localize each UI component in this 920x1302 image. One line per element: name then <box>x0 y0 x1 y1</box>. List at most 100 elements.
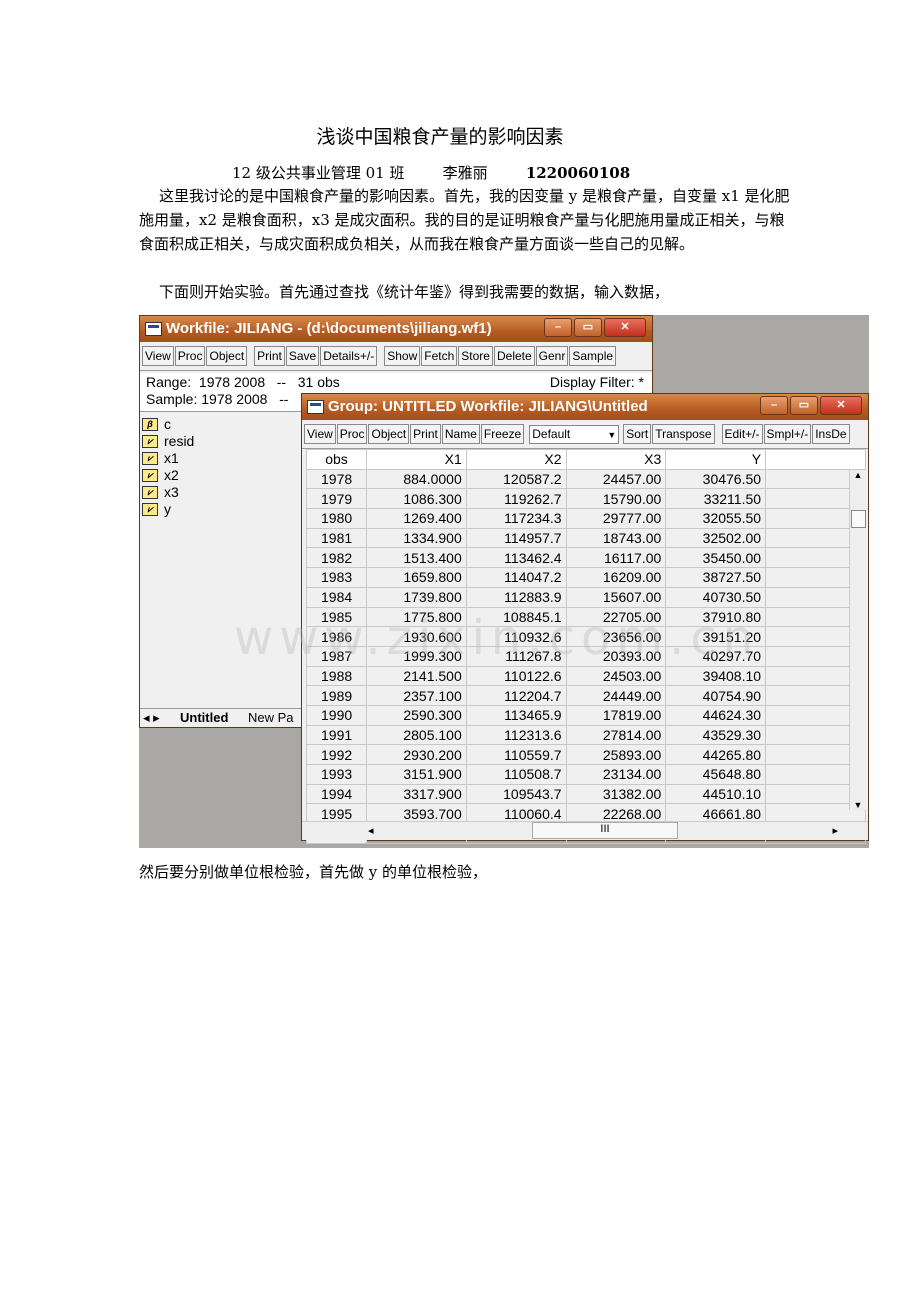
display-format-select[interactable]: Default ▼ <box>529 424 620 444</box>
vertical-scrollbar[interactable]: ▲ ▼ <box>849 470 866 810</box>
data-cell[interactable]: 24457.00 <box>565 468 667 490</box>
group-titlebar[interactable]: Group: UNTITLED Workfile: JILIANG\Untitl… <box>302 394 868 420</box>
data-cell[interactable]: 112883.9 <box>465 586 567 608</box>
object-item-resid[interactable]: ⩗ resid <box>142 433 194 450</box>
data-cell[interactable]: 1659.800 <box>366 567 467 588</box>
obs-cell[interactable]: 1994 <box>306 783 367 805</box>
toolbar-button-show[interactable]: Show <box>384 346 421 366</box>
toolbar-button-save[interactable]: Save <box>285 346 320 366</box>
toolbar-button-details[interactable]: Details+/- <box>320 346 378 366</box>
data-cell[interactable]: 112313.6 <box>465 724 567 746</box>
maximize-button[interactable]: ▭ <box>790 396 818 415</box>
tab-new-page[interactable]: New Pa <box>248 710 294 725</box>
horizontal-scrollbar[interactable]: ◂ III ▸ <box>302 821 868 840</box>
data-cell[interactable]: 1334.900 <box>366 527 467 549</box>
maximize-button[interactable]: ▭ <box>574 318 602 337</box>
data-cell[interactable]: 3151.900 <box>366 764 467 785</box>
data-cell[interactable]: 44510.10 <box>665 783 767 805</box>
obs-cell[interactable]: 1989 <box>306 685 367 706</box>
group-button-edit[interactable]: Edit+/- <box>721 424 763 444</box>
data-cell[interactable]: 39408.10 <box>665 665 767 687</box>
data-cell[interactable]: 31382.00 <box>565 783 667 805</box>
data-cell[interactable]: 38727.50 <box>665 567 767 588</box>
data-cell[interactable]: 44265.80 <box>665 744 767 765</box>
scroll-thumb[interactable] <box>851 510 866 528</box>
close-button[interactable]: ✕ <box>820 396 862 415</box>
data-cell[interactable]: 15607.00 <box>565 586 667 608</box>
data-cell[interactable]: 24449.00 <box>565 685 667 706</box>
column-header[interactable]: obs <box>306 449 367 470</box>
data-cell[interactable]: 32502.00 <box>665 527 767 549</box>
data-table[interactable]: obs X1 X2 X3 Y 1978 884.0000 120587.2 24457.00 30… <box>306 449 866 844</box>
obs-cell[interactable]: 1990 <box>306 704 367 726</box>
data-cell[interactable]: 884.0000 <box>366 468 467 490</box>
group-button-insde[interactable]: InsDe <box>812 424 850 444</box>
tab-untitled[interactable]: Untitled <box>180 710 228 725</box>
data-cell[interactable]: 1775.800 <box>366 606 467 628</box>
obs-cell[interactable]: 1988 <box>306 665 367 687</box>
data-cell[interactable]: 108845.1 <box>465 606 567 628</box>
minimize-button[interactable]: – <box>544 318 572 337</box>
data-cell[interactable]: 119262.7 <box>465 488 567 510</box>
toolbar-button-view[interactable]: View <box>142 346 174 366</box>
toolbar-button-fetch[interactable]: Fetch <box>421 346 458 366</box>
data-cell[interactable]: 110559.7 <box>465 744 567 765</box>
data-cell[interactable]: 24503.00 <box>565 665 667 687</box>
group-button-view[interactable]: View <box>304 424 336 444</box>
data-cell[interactable]: 16209.00 <box>565 567 667 588</box>
tab-scroll-arrows[interactable]: ◂ ▸ <box>143 710 160 726</box>
toolbar-button-print[interactable]: Print <box>254 346 285 366</box>
data-cell[interactable]: 2805.100 <box>366 724 467 746</box>
data-cell[interactable]: 111267.8 <box>465 645 567 667</box>
data-cell[interactable]: 40754.90 <box>665 685 767 706</box>
obs-cell[interactable]: 1993 <box>306 764 367 785</box>
column-header[interactable]: X1 <box>366 449 467 470</box>
data-cell[interactable]: 23656.00 <box>565 626 667 647</box>
group-button-proc[interactable]: Proc <box>336 424 368 444</box>
obs-cell[interactable]: 1984 <box>306 586 367 608</box>
data-cell[interactable]: 40730.50 <box>665 586 767 608</box>
object-item-x3[interactable]: ⩗ x3 <box>142 484 194 501</box>
scroll-right-icon[interactable]: ▸ <box>832 824 838 837</box>
group-button-object[interactable]: Object <box>368 424 410 444</box>
data-cell[interactable]: 43529.30 <box>665 724 767 746</box>
toolbar-button-store[interactable]: Store <box>458 346 493 366</box>
data-cell[interactable]: 110508.7 <box>465 764 567 785</box>
data-cell[interactable]: 120587.2 <box>465 468 567 490</box>
obs-cell[interactable]: 1985 <box>306 606 367 628</box>
data-cell[interactable]: 117234.3 <box>465 508 567 529</box>
data-cell[interactable]: 114957.7 <box>465 527 567 549</box>
data-cell[interactable]: 33211.50 <box>665 488 767 510</box>
data-cell[interactable]: 3317.900 <box>366 783 467 805</box>
obs-cell[interactable]: 1982 <box>306 547 367 569</box>
minimize-button[interactable]: – <box>760 396 788 415</box>
data-cell[interactable]: 113462.4 <box>465 547 567 569</box>
data-cell[interactable]: 15790.00 <box>565 488 667 510</box>
data-cell[interactable]: 44624.30 <box>665 704 767 726</box>
obs-cell[interactable]: 1978 <box>306 468 367 490</box>
data-cell[interactable]: 30476.50 <box>665 468 767 490</box>
data-cell[interactable]: 45648.80 <box>665 764 767 785</box>
data-cell[interactable]: 39151.20 <box>665 626 767 647</box>
group-button-name[interactable]: Name <box>441 424 480 444</box>
object-item-c[interactable]: βc <box>142 416 194 433</box>
obs-cell[interactable]: 1979 <box>306 488 367 510</box>
obs-cell[interactable]: 1980 <box>306 508 367 529</box>
data-cell[interactable]: 2930.200 <box>366 744 467 765</box>
column-header[interactable]: X2 <box>465 449 567 470</box>
toolbar-button-proc[interactable]: Proc <box>174 346 206 366</box>
data-cell[interactable]: 1739.800 <box>366 586 467 608</box>
data-cell[interactable]: 2590.300 <box>366 704 467 726</box>
close-button[interactable]: ✕ <box>604 318 646 337</box>
toolbar-button-object[interactable]: Object <box>206 346 248 366</box>
data-cell[interactable]: 22705.00 <box>565 606 667 628</box>
toolbar-button-delete[interactable]: Delete <box>493 346 535 366</box>
toolbar-button-genr[interactable]: Genr <box>535 346 569 366</box>
scroll-left-icon[interactable]: ◂ <box>368 824 374 837</box>
data-cell[interactable]: 32055.50 <box>665 508 767 529</box>
data-cell[interactable]: 29777.00 <box>565 508 667 529</box>
data-cell[interactable]: 2357.100 <box>366 685 467 706</box>
data-cell[interactable]: 112204.7 <box>465 685 567 706</box>
data-cell[interactable]: 40297.70 <box>665 645 767 667</box>
data-cell[interactable]: 16117.00 <box>565 547 667 569</box>
